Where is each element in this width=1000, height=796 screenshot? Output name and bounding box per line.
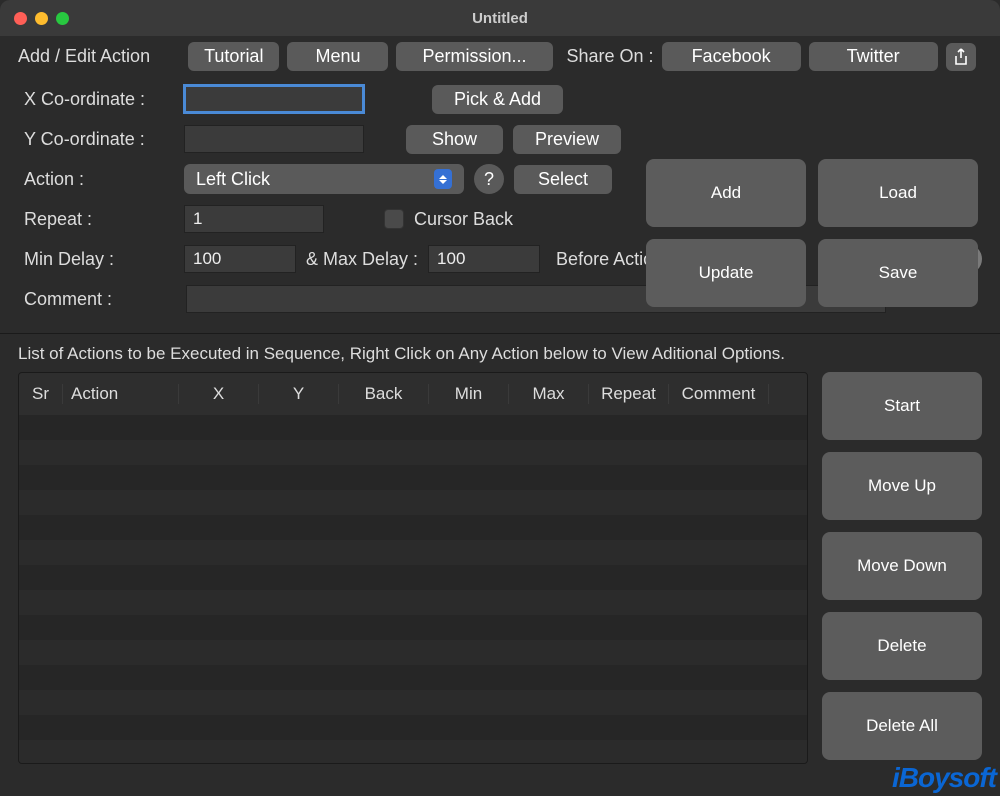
table-row[interactable] [19, 515, 807, 540]
action-select-value: Left Click [196, 169, 270, 190]
table-row[interactable] [19, 565, 807, 590]
permission-button[interactable]: Permission... [396, 42, 552, 71]
start-button[interactable]: Start [822, 372, 982, 440]
section-label: Add / Edit Action [18, 46, 150, 67]
share-icon-button[interactable] [946, 43, 976, 71]
top-toolbar: Add / Edit Action Tutorial Menu Permissi… [0, 36, 1000, 75]
tutorial-button[interactable]: Tutorial [188, 42, 279, 71]
update-button[interactable]: Update [646, 239, 806, 307]
x-coord-label: X Co-ordinate : [24, 89, 174, 110]
cursor-back-checkbox[interactable] [384, 209, 404, 229]
right-button-grid: Add Load Update Save [646, 159, 978, 307]
min-delay-input[interactable] [184, 245, 296, 273]
table-row[interactable] [19, 590, 807, 615]
actions-table[interactable]: Sr Action X Y Back Min Max Repeat Commen… [18, 372, 808, 764]
table-row[interactable] [19, 740, 807, 764]
preview-button[interactable]: Preview [513, 125, 621, 154]
share-label: Share On : [567, 46, 654, 67]
table-row[interactable] [19, 415, 807, 440]
table-row[interactable] [19, 465, 807, 490]
cursor-back-label: Cursor Back [414, 209, 513, 230]
share-icon [953, 48, 969, 66]
repeat-input[interactable] [184, 205, 324, 233]
table-header: Sr Action X Y Back Min Max Repeat Commen… [19, 373, 807, 415]
table-row[interactable] [19, 640, 807, 665]
list-area: Sr Action X Y Back Min Max Repeat Commen… [0, 372, 1000, 776]
twitter-button[interactable]: Twitter [809, 42, 938, 71]
help-button[interactable]: ? [474, 164, 504, 194]
action-select[interactable]: Left Click [184, 164, 464, 194]
move-down-button[interactable]: Move Down [822, 532, 982, 600]
form-area: X Co-ordinate : Pick & Add Y Co-ordinate… [0, 75, 1000, 334]
y-coord-label: Y Co-ordinate : [24, 129, 174, 150]
comment-label: Comment : [24, 289, 174, 310]
col-comment[interactable]: Comment [669, 384, 769, 404]
table-row[interactable] [19, 615, 807, 640]
table-body[interactable] [19, 415, 807, 764]
titlebar: Untitled [0, 0, 1000, 36]
delete-all-button[interactable]: Delete All [822, 692, 982, 760]
table-row[interactable] [19, 440, 807, 465]
col-y[interactable]: Y [259, 384, 339, 404]
move-up-button[interactable]: Move Up [822, 452, 982, 520]
table-row[interactable] [19, 690, 807, 715]
col-repeat[interactable]: Repeat [589, 384, 669, 404]
col-action[interactable]: Action [63, 384, 179, 404]
table-row[interactable] [19, 490, 807, 515]
x-coord-input[interactable] [184, 85, 364, 113]
col-sr[interactable]: Sr [19, 384, 63, 404]
action-label: Action : [24, 169, 174, 190]
save-button[interactable]: Save [818, 239, 978, 307]
max-delay-label: & Max Delay : [306, 249, 418, 270]
load-button[interactable]: Load [818, 159, 978, 227]
watermark: iBoysoft [892, 762, 996, 794]
list-description: List of Actions to be Executed in Sequen… [0, 334, 1000, 372]
window-title: Untitled [0, 10, 1000, 27]
select-arrows-icon [434, 169, 452, 189]
table-row[interactable] [19, 665, 807, 690]
select-button[interactable]: Select [514, 165, 612, 194]
add-button[interactable]: Add [646, 159, 806, 227]
pick-add-button[interactable]: Pick & Add [432, 85, 563, 114]
col-x[interactable]: X [179, 384, 259, 404]
facebook-button[interactable]: Facebook [662, 42, 801, 71]
delete-button[interactable]: Delete [822, 612, 982, 680]
col-max[interactable]: Max [509, 384, 589, 404]
show-button[interactable]: Show [406, 125, 503, 154]
menu-button[interactable]: Menu [287, 42, 388, 71]
table-row[interactable] [19, 715, 807, 740]
col-min[interactable]: Min [429, 384, 509, 404]
col-back[interactable]: Back [339, 384, 429, 404]
side-button-column: Start Move Up Move Down Delete Delete Al… [822, 372, 982, 764]
y-coord-input[interactable] [184, 125, 364, 153]
max-delay-input[interactable] [428, 245, 540, 273]
min-delay-label: Min Delay : [24, 249, 174, 270]
table-row[interactable] [19, 540, 807, 565]
repeat-label: Repeat : [24, 209, 174, 230]
